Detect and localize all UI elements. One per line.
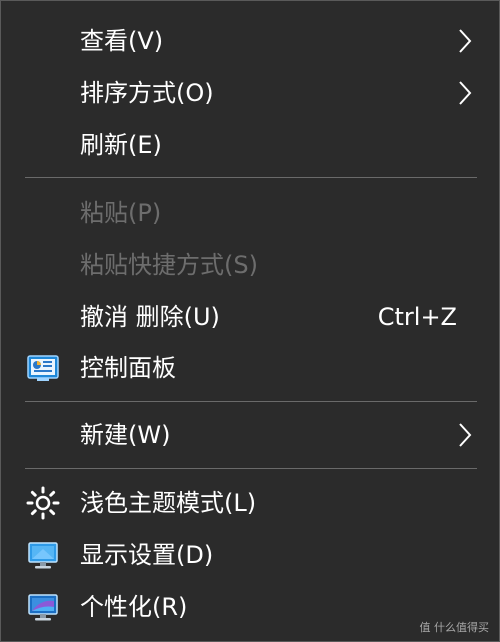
chevron-right-icon [459, 423, 472, 447]
watermark: 值 什么值得买 [419, 621, 490, 634]
sun-icon [26, 486, 60, 520]
menu-item-paste-shortcut-label: 粘贴快捷方式(S) [80, 251, 258, 279]
chevron-right-icon [459, 81, 472, 105]
menu-item-sort[interactable]: 排序方式(O) [1, 67, 499, 119]
menu-separator [25, 177, 477, 178]
menu-item-new-label: 新建(W) [80, 421, 171, 449]
keyboard-shortcut: Ctrl+Z [377, 303, 457, 331]
menu-separator [25, 468, 477, 469]
menu-item-light-theme[interactable]: 浅色主题模式(L) [1, 477, 499, 529]
menu-separator [25, 401, 477, 402]
menu-item-paste[interactable]: 粘贴(P) [1, 187, 499, 239]
chevron-right-icon [459, 29, 472, 53]
control-panel-icon [27, 355, 59, 381]
menu-item-control-panel-label: 控制面板 [80, 354, 176, 382]
menu-item-refresh-label: 刷新(E) [80, 131, 162, 159]
menu-item-display-settings[interactable]: 显示设置(D) [1, 529, 499, 581]
menu-item-light-theme-label: 浅色主题模式(L) [80, 489, 257, 517]
menu-item-view-label: 查看(V) [80, 27, 164, 55]
menu-item-paste-shortcut[interactable]: 粘贴快捷方式(S) [1, 239, 499, 291]
menu-item-new[interactable]: 新建(W) [1, 409, 499, 461]
display-monitor-icon [28, 542, 58, 569]
menu-item-undo-delete-label: 撤消 删除(U) [80, 303, 220, 331]
menu-item-undo-delete[interactable]: 撤消 删除(U) Ctrl+Z [1, 291, 499, 343]
menu-item-paste-label: 粘贴(P) [80, 199, 162, 227]
menu-item-personalize-label: 个性化(R) [80, 593, 188, 621]
personalize-monitor-icon [28, 594, 58, 621]
menu-item-refresh[interactable]: 刷新(E) [1, 119, 499, 171]
menu-item-display-settings-label: 显示设置(D) [80, 541, 214, 569]
menu-item-view[interactable]: 查看(V) [1, 15, 499, 67]
context-menu: 查看(V) 排序方式(O) 刷新(E) 粘贴(P) 粘贴快捷方式(S) 撤消 删… [0, 0, 500, 642]
menu-item-sort-label: 排序方式(O) [80, 79, 214, 107]
menu-item-control-panel[interactable]: 控制面板 [1, 342, 499, 394]
